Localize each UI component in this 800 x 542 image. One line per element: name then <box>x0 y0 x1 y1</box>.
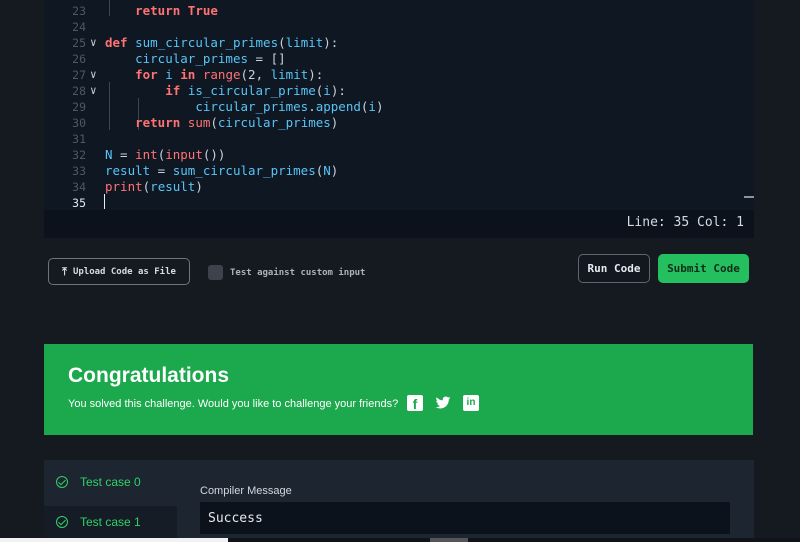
editor-scrollbar[interactable] <box>744 196 754 198</box>
code-line[interactable]: 26 circular_primes = [] <box>44 51 744 67</box>
run-code-button[interactable]: Run Code <box>578 254 650 283</box>
code-line[interactable]: 32 N = int(input()) <box>44 147 744 163</box>
code-text: return True <box>135 3 218 18</box>
congratulations-banner: Congratulations You solved this challeng… <box>44 344 753 435</box>
code-text: result = sum_circular_primes(N) <box>105 163 339 178</box>
code-line[interactable]: 33 result = sum_circular_primes(N) <box>44 163 744 179</box>
line-number: 30 <box>72 116 86 130</box>
code-text: if is_circular_prime(i): <box>165 83 346 98</box>
line-number: 35 <box>72 196 86 210</box>
upload-icon: ⤒ <box>62 264 67 278</box>
line-number: 25 <box>72 36 86 50</box>
submit-code-button[interactable]: Submit Code <box>658 254 749 283</box>
code-line[interactable]: 35 <box>44 195 744 211</box>
taskbar-segment <box>0 538 228 542</box>
facebook-icon[interactable]: f <box>407 395 423 412</box>
congrats-message: You solved this challenge. Would you lik… <box>68 398 399 410</box>
line-number: 23 <box>72 4 86 18</box>
code-line[interactable]: 34 print(result) <box>44 179 744 195</box>
test-case-0-tab[interactable]: Test case 0 <box>44 466 177 502</box>
code-line[interactable]: 29 circular_primes.append(i) <box>44 99 744 115</box>
line-number: 31 <box>72 132 86 146</box>
line-number: 32 <box>72 148 86 162</box>
code-line[interactable]: 25 ∨ def sum_circular_primes(limit): <box>44 35 744 51</box>
custom-input-checkbox[interactable] <box>208 265 223 280</box>
test-case-list: Test case 0 Test case 1 <box>44 460 177 542</box>
check-circle-icon <box>56 516 68 528</box>
code-line[interactable]: 23 return True <box>44 3 744 19</box>
test-case-label: Test case 0 <box>80 475 141 489</box>
code-text: N = int(input()) <box>105 147 226 162</box>
congrats-title: Congratulations <box>68 364 229 387</box>
code-text: print(result) <box>105 179 203 194</box>
code-text: for i in range(2, limit): <box>135 67 324 82</box>
linkedin-icon[interactable]: in <box>463 395 479 411</box>
code-text: def sum_circular_primes(limit): <box>105 35 339 50</box>
line-number: 29 <box>72 100 86 114</box>
code-line[interactable]: 27 ∨ for i in range(2, limit): <box>44 67 744 83</box>
fold-chevron-icon[interactable]: ∨ <box>90 35 97 51</box>
taskbar-strip <box>0 538 800 542</box>
fold-chevron-icon[interactable]: ∨ <box>90 67 97 83</box>
compiler-message-label: Compiler Message <box>200 485 292 497</box>
line-number: 28 <box>72 84 86 98</box>
editor-status-bar: Line: 35 Col: 1 <box>44 210 754 238</box>
line-number: 27 <box>72 68 86 82</box>
fold-chevron-icon[interactable]: ∨ <box>90 83 97 99</box>
code-text: circular_primes.append(i) <box>195 99 384 114</box>
line-number: 33 <box>72 164 86 178</box>
code-line[interactable]: 24 <box>44 19 744 35</box>
upload-code-button[interactable]: ⤒ Upload Code as File <box>48 258 190 285</box>
test-case-label: Test case 1 <box>80 515 141 529</box>
line-number: 34 <box>72 180 86 194</box>
code-line[interactable]: 30 return sum(circular_primes) <box>44 115 744 131</box>
custom-input-label: Test against custom input <box>230 268 366 278</box>
code-text: return sum(circular_primes) <box>135 115 339 130</box>
cursor-position: Line: 35 Col: 1 <box>626 215 744 230</box>
taskbar-segment <box>430 538 468 542</box>
code-line[interactable]: 28 ∨ if is_circular_prime(i): <box>44 83 744 99</box>
code-editor[interactable]: 23 return True 24 25 ∨ def sum_circular_prim… <box>44 0 754 210</box>
test-case-1-tab[interactable]: Test case 1 <box>44 506 177 542</box>
line-number: 24 <box>72 20 86 34</box>
test-results-panel: Test case 0 Test case 1 Compiler Message… <box>44 460 754 542</box>
twitter-icon[interactable] <box>435 395 451 411</box>
code-text: circular_primes = [] <box>135 51 286 66</box>
line-number: 26 <box>72 52 86 66</box>
compiler-message-output: Success <box>200 502 730 534</box>
code-line[interactable]: 31 <box>44 131 744 147</box>
check-circle-icon <box>56 476 68 488</box>
upload-label: Upload Code as File <box>72 266 176 277</box>
